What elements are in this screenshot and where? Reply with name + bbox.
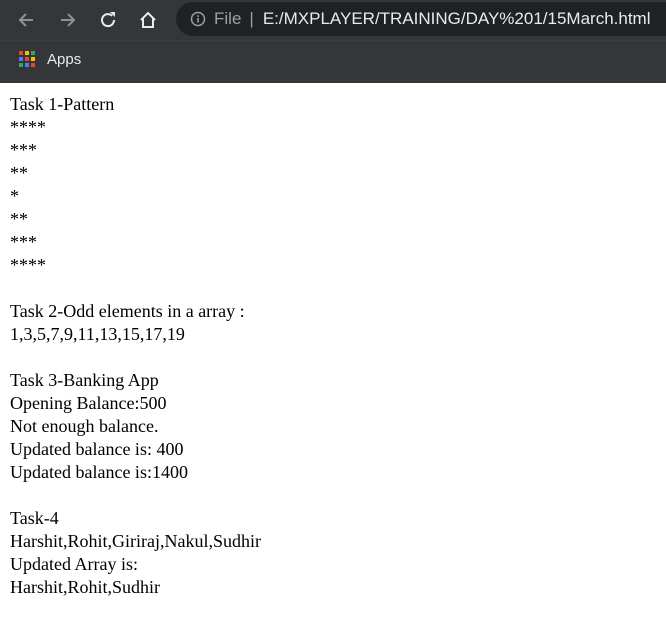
array-line: Harshit,Rohit,Sudhir (10, 577, 161, 597)
pattern-line: **** (10, 255, 46, 275)
home-icon (140, 11, 156, 28)
back-button[interactable] (14, 8, 38, 32)
pattern-line: *** (10, 140, 37, 160)
info-icon[interactable] (190, 11, 206, 27)
bookmarks-bar: Apps (0, 40, 666, 83)
address-scheme: File (214, 9, 242, 28)
banking-line: Not enough balance. (10, 416, 159, 436)
pattern-line: **** (10, 117, 46, 137)
pattern-line: ** (10, 163, 28, 183)
array-line: Harshit,Rohit,Giriraj,Nakul,Sudhir (10, 531, 261, 551)
address-url[interactable]: E:/MXPLAYER/TRAINING/DAY%201/15March.htm… (263, 9, 651, 29)
address-separator: | (249, 9, 254, 28)
address-bar[interactable]: File | E:/MXPLAYER/TRAINING/DAY%201/15Ma… (176, 2, 666, 36)
task3-title: Task 3-Banking App (10, 370, 159, 390)
pattern-line: * (10, 186, 19, 206)
task4-title: Task-4 (10, 508, 59, 528)
pattern-line: *** (10, 232, 37, 252)
reload-button[interactable] (96, 8, 120, 32)
odd-elements-result: 1,3,5,7,9,11,13,15,17,19 (10, 324, 185, 344)
forward-arrow-icon (61, 13, 76, 27)
pattern-line: ** (10, 209, 28, 229)
home-button[interactable] (136, 8, 160, 32)
task1-title: Task 1-Pattern (10, 94, 115, 114)
array-line: Updated Array is: (10, 554, 138, 574)
reload-icon (101, 12, 116, 28)
apps-grid-icon (19, 51, 35, 67)
banking-line: Updated balance is:1400 (10, 462, 188, 482)
browser-toolbar: File | E:/MXPLAYER/TRAINING/DAY%201/15Ma… (0, 0, 666, 40)
banking-line: Opening Balance:500 (10, 393, 167, 413)
forward-button[interactable] (56, 8, 80, 32)
banking-line: Updated balance is: 400 (10, 439, 184, 459)
page-content: Task 1-Pattern **** *** ** * ** *** ****… (0, 83, 666, 599)
back-arrow-icon (18, 13, 33, 27)
task2-title: Task 2-Odd elements in a array : (10, 301, 245, 321)
bookmark-apps-label: Apps (47, 50, 82, 68)
bookmark-apps[interactable]: Apps (19, 50, 81, 68)
